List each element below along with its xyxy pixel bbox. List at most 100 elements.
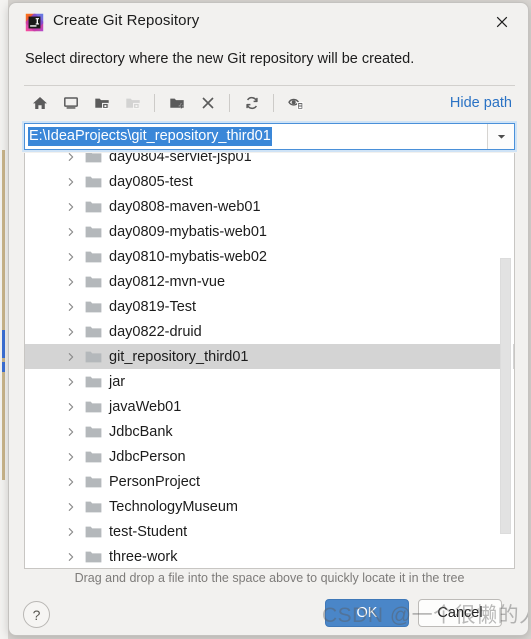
- chevron-right-icon[interactable]: [63, 452, 79, 462]
- folder-icon: [85, 300, 102, 314]
- path-input-text-wrap[interactable]: E:\IdeaProjects\git_repository_third01: [25, 124, 487, 149]
- module-folder-icon: [117, 88, 148, 118]
- tree-row[interactable]: JdbcPerson: [25, 444, 514, 469]
- tree-row-label: JdbcBank: [109, 423, 173, 440]
- help-button[interactable]: ?: [23, 601, 50, 628]
- home-icon[interactable]: [24, 88, 55, 118]
- directory-tree-list: day0804-servlet-jsp01 day0805-test day0808…: [25, 153, 514, 568]
- tree-row[interactable]: day0805-test: [25, 169, 514, 194]
- new-folder-icon[interactable]: [161, 88, 192, 118]
- tree-row[interactable]: day0812-mvn-vue: [25, 269, 514, 294]
- folder-icon: [85, 350, 102, 364]
- tree-row[interactable]: javaWeb01: [25, 394, 514, 419]
- drag-drop-hint: Drag and drop a file into the space abov…: [74, 571, 465, 585]
- folder-icon: [85, 250, 102, 264]
- tree-row[interactable]: day0810-mybatis-web02: [25, 244, 514, 269]
- project-folder-icon[interactable]: [86, 88, 117, 118]
- chevron-down-icon[interactable]: [487, 124, 514, 149]
- folder-icon: [85, 175, 102, 189]
- tree-row-label: jar: [109, 373, 126, 390]
- tree-scrollbar-thumb[interactable]: [500, 258, 511, 534]
- dialog-titlebar: Create Git Repository: [9, 3, 528, 41]
- path-input[interactable]: E:\IdeaProjects\git_repository_third01: [24, 123, 515, 150]
- tree-row-label: day0819-Test: [109, 298, 197, 315]
- chevron-right-icon[interactable]: [63, 177, 79, 187]
- tree-row-label: day0804-servlet-jsp01: [109, 153, 252, 165]
- tree-row-label: git_repository_third01: [109, 348, 249, 365]
- chevron-right-icon[interactable]: [63, 552, 79, 562]
- tree-row[interactable]: three-work: [25, 544, 514, 568]
- chevron-right-icon[interactable]: [63, 277, 79, 287]
- intellij-idea-icon: [25, 13, 44, 32]
- folder-icon: [85, 550, 102, 564]
- chevron-right-icon[interactable]: [63, 302, 79, 312]
- folder-icon: [85, 153, 102, 164]
- chevron-right-icon[interactable]: [63, 427, 79, 437]
- folder-icon: [85, 275, 102, 289]
- dialog-subtitle: Select directory where the new Git repos…: [25, 51, 415, 67]
- tree-row-label: javaWeb01: [109, 398, 182, 415]
- folder-icon: [85, 475, 102, 489]
- refresh-icon[interactable]: [236, 88, 267, 118]
- tree-row[interactable]: day0822-druid: [25, 319, 514, 344]
- close-icon[interactable]: [484, 7, 520, 37]
- tree-row-label: day0809-mybatis-web01: [109, 223, 267, 240]
- chevron-right-icon[interactable]: [63, 377, 79, 387]
- tree-row[interactable]: day0809-mybatis-web01: [25, 219, 514, 244]
- directory-tree[interactable]: day0804-servlet-jsp01 day0805-test day0808…: [24, 153, 515, 569]
- dialog-title: Create Git Repository: [53, 12, 200, 29]
- tree-row-label: day0810-mybatis-web02: [109, 248, 267, 265]
- chevron-right-icon[interactable]: [63, 502, 79, 512]
- tree-row[interactable]: PersonProject: [25, 469, 514, 494]
- delete-icon[interactable]: [192, 88, 223, 118]
- tree-row[interactable]: TechnologyMuseum: [25, 494, 514, 519]
- chevron-right-icon[interactable]: [63, 352, 79, 362]
- tree-row-label: day0805-test: [109, 173, 193, 190]
- tree-row-label: JdbcPerson: [109, 448, 186, 465]
- toolbar-separator: [273, 94, 274, 112]
- folder-icon: [85, 525, 102, 539]
- folder-icon: [85, 375, 102, 389]
- tree-row[interactable]: test-Student: [25, 519, 514, 544]
- chevron-right-icon[interactable]: [63, 202, 79, 212]
- folder-icon: [85, 450, 102, 464]
- chevron-right-icon[interactable]: [63, 327, 79, 337]
- chevron-right-icon[interactable]: [63, 402, 79, 412]
- tree-row[interactable]: day0819-Test: [25, 294, 514, 319]
- folder-icon: [85, 200, 102, 214]
- tree-row-label: three-work: [109, 548, 178, 565]
- chevron-right-icon[interactable]: [63, 153, 79, 162]
- hide-path-link[interactable]: Hide path: [450, 95, 515, 111]
- folder-icon: [85, 425, 102, 439]
- create-git-repository-dialog: Create Git Repository Select directory w…: [8, 2, 529, 636]
- tree-row[interactable]: day0804-servlet-jsp01: [25, 153, 514, 169]
- folder-icon: [85, 500, 102, 514]
- folder-icon: [85, 400, 102, 414]
- folder-icon: [85, 325, 102, 339]
- tree-row-label: day0822-druid: [109, 323, 202, 340]
- tree-row[interactable]: JdbcBank: [25, 419, 514, 444]
- tree-scrollbar[interactable]: [500, 154, 513, 568]
- chevron-right-icon[interactable]: [63, 252, 79, 262]
- show-hidden-files-icon[interactable]: [280, 88, 311, 118]
- tree-row-label: test-Student: [109, 523, 188, 540]
- tree-row-label: PersonProject: [109, 473, 201, 490]
- chevron-right-icon[interactable]: [63, 227, 79, 237]
- desktop-icon[interactable]: [55, 88, 86, 118]
- tree-row[interactable]: git_repository_third01: [25, 344, 514, 369]
- cancel-button[interactable]: Cancel: [418, 599, 502, 627]
- tree-row-label: day0808-maven-web01: [109, 198, 261, 215]
- folder-icon: [85, 225, 102, 239]
- toolbar-separator: [154, 94, 155, 112]
- tree-row[interactable]: jar: [25, 369, 514, 394]
- tree-row-label: TechnologyMuseum: [109, 498, 238, 515]
- file-chooser-toolbar: Hide path: [24, 85, 515, 120]
- chevron-right-icon[interactable]: [63, 477, 79, 487]
- chevron-right-icon[interactable]: [63, 527, 79, 537]
- ok-button[interactable]: OK: [325, 599, 409, 627]
- path-input-value[interactable]: E:\IdeaProjects\git_repository_third01: [28, 127, 272, 146]
- tree-row-label: day0812-mvn-vue: [109, 273, 226, 290]
- tree-row[interactable]: day0808-maven-web01: [25, 194, 514, 219]
- toolbar-separator: [229, 94, 230, 112]
- dialog-footer: ? OK Cancel: [9, 591, 528, 635]
